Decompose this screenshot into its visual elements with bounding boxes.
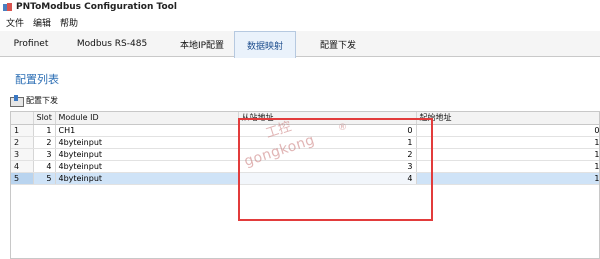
tab-local-ip-config[interactable]: 本地IP配置	[171, 31, 233, 57]
header-module-id[interactable]: Module ID	[55, 112, 239, 125]
row-number: 5	[11, 172, 34, 185]
table-header-row: Slot Module ID 从站地址 起始地址	[11, 112, 599, 125]
start-address-cell[interactable]: 1	[416, 172, 599, 185]
tab-modbus-rs485[interactable]: Modbus RS-485	[72, 31, 152, 57]
app-icon	[3, 2, 12, 12]
slot-cell[interactable]: 3	[33, 148, 56, 161]
slot-cell[interactable]: 5	[33, 172, 56, 185]
table-row-selected[interactable]: 5 5 4byteinput 4 1	[11, 172, 599, 185]
slave-address-cell[interactable]: 0	[238, 124, 417, 137]
mapping-table[interactable]: Slot Module ID 从站地址 起始地址 1 1 CH1 0 0 2 2	[10, 111, 600, 259]
start-address-cell[interactable]: 1	[416, 160, 599, 173]
row-number: 1	[11, 124, 34, 137]
module-id-cell[interactable]: 4byteinput	[55, 172, 239, 185]
window-title: PNToModbus Configuration Tool	[16, 2, 177, 12]
module-id-cell[interactable]: 4byteinput	[55, 136, 239, 149]
section-title: 配置列表	[15, 73, 59, 86]
row-number: 3	[11, 148, 34, 161]
header-start-address[interactable]: 起始地址	[416, 112, 599, 125]
tab-profinet[interactable]: Profinet	[6, 31, 56, 57]
menu-help[interactable]: 帮助	[60, 16, 78, 29]
row-number: 2	[11, 136, 34, 149]
tab-data-mapping[interactable]: 数据映射	[234, 31, 296, 58]
header-row-number	[11, 112, 34, 125]
module-id-cell[interactable]: 4byteinput	[55, 148, 239, 161]
slave-address-cell[interactable]: 4	[238, 172, 417, 185]
menu-edit[interactable]: 编辑	[33, 16, 51, 29]
header-slave-address[interactable]: 从站地址	[238, 112, 417, 125]
start-address-cell[interactable]: 1	[416, 136, 599, 149]
slave-address-cell[interactable]: 1	[238, 136, 417, 149]
main-content: 配置列表 配置下发 Slot Module ID 从站地址 起始地址 1 1 C…	[0, 58, 600, 259]
table-row[interactable]: 3 3 4byteinput 2 1	[11, 148, 599, 161]
slave-address-cell[interactable]: 3	[238, 160, 417, 173]
tab-config-download[interactable]: 配置下发	[308, 31, 368, 57]
module-id-cell[interactable]: CH1	[55, 124, 239, 137]
start-address-cell[interactable]: 0	[416, 124, 599, 137]
slave-address-cell[interactable]: 2	[238, 148, 417, 161]
menu-bar: 文件 编辑 帮助	[0, 15, 600, 30]
module-id-cell[interactable]: 4byteinput	[55, 160, 239, 173]
title-bar: PNToModbus Configuration Tool	[0, 0, 600, 14]
tab-bar: Profinet Modbus RS-485 本地IP配置 数据映射 配置下发	[0, 31, 600, 58]
table-row[interactable]: 2 2 4byteinput 1 1	[11, 136, 599, 149]
row-number: 4	[11, 160, 34, 173]
header-slot[interactable]: Slot	[33, 112, 56, 125]
table-row[interactable]: 4 4 4byteinput 3 1	[11, 160, 599, 173]
start-address-cell[interactable]: 1	[416, 148, 599, 161]
menu-file[interactable]: 文件	[6, 16, 24, 29]
download-icon	[10, 95, 24, 107]
table-row[interactable]: 1 1 CH1 0 0	[11, 124, 599, 137]
slot-cell[interactable]: 1	[33, 124, 56, 137]
slot-cell[interactable]: 2	[33, 136, 56, 149]
download-config-label: 配置下发	[26, 95, 58, 105]
slot-cell[interactable]: 4	[33, 160, 56, 173]
download-config-button[interactable]: 配置下发	[10, 93, 58, 107]
